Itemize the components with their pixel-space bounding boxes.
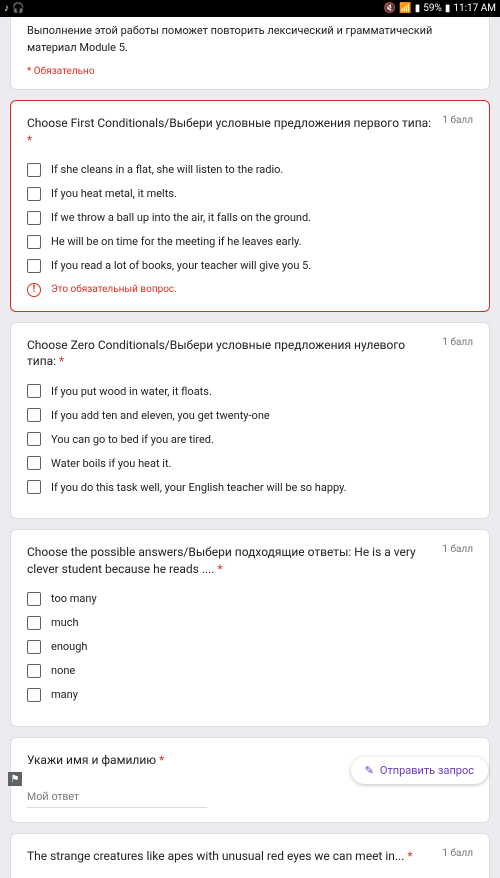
option-row[interactable]: enough [27, 640, 473, 654]
question-title: Choose the possible answers/Выбери подхо… [27, 544, 434, 578]
option-row[interactable]: You can go to bed if you are tired. [27, 432, 473, 446]
option-row[interactable]: too many [27, 592, 473, 606]
question-points: 1 балл [442, 544, 473, 555]
option-row[interactable]: much [27, 616, 473, 630]
option-row[interactable]: He will be on time for the meeting if he… [27, 235, 473, 249]
checkbox-icon[interactable] [27, 480, 41, 494]
checkbox-icon[interactable] [27, 211, 41, 225]
option-text: none [51, 664, 75, 677]
question-header: Choose the possible answers/Выбери подхо… [27, 544, 473, 578]
music-icon: ♪ [4, 3, 9, 14]
required-asterisk: * [217, 562, 222, 576]
checkbox-icon[interactable] [27, 456, 41, 470]
option-row[interactable]: If you add ten and eleven, you get twent… [27, 408, 473, 422]
question-title: Choose Zero Conditionals/Выбери условные… [27, 337, 434, 371]
question-card-2: Choose Zero Conditionals/Выбери условные… [10, 322, 490, 520]
checkbox-icon[interactable] [27, 235, 41, 249]
option-row[interactable]: If we throw a ball up into the air, it f… [27, 211, 473, 225]
option-text: much [51, 616, 79, 629]
question-title: The strange creatures like apes with unu… [27, 848, 434, 865]
checkbox-icon[interactable] [27, 163, 41, 177]
wifi-icon: 📶 [399, 3, 411, 14]
submit-button[interactable]: ✎ Отправить запрос [351, 757, 488, 784]
option-row[interactable]: If you heat metal, it melts. [27, 187, 473, 201]
intro-text: Выполнение этой работы поможет повторить… [27, 23, 473, 56]
question-card-3: Choose the possible answers/Выбери подхо… [10, 529, 490, 727]
option-row[interactable]: none [27, 664, 473, 678]
option-row[interactable]: many [27, 688, 473, 702]
question-card-5: The strange creatures like apes with unu… [10, 833, 490, 878]
intro-card: Выполнение этой работы поможет повторить… [10, 17, 490, 90]
checkbox-icon[interactable] [27, 408, 41, 422]
form-content: Выполнение этой работы поможет повторить… [0, 17, 500, 878]
status-bar: ♪ 🎧 🔇 📶 ▮ 59% ▮ 11:17 AM [0, 0, 500, 17]
question-header: Choose First Conditionals/Выбери условны… [27, 115, 473, 149]
alert-icon: ! [27, 283, 41, 297]
error-row: ! Это обязательный вопрос. [27, 283, 473, 297]
question-header: Choose Zero Conditionals/Выбери условные… [27, 337, 473, 371]
option-text: Water boils if you heat it. [51, 457, 171, 470]
checkbox-icon[interactable] [27, 688, 41, 702]
option-text: If you add ten and eleven, you get twent… [51, 409, 270, 422]
option-text: You can go to bed if you are tired. [51, 433, 214, 446]
option-text: If we throw a ball up into the air, it f… [51, 211, 311, 224]
option-text: If you read a lot of books, your teacher… [51, 259, 311, 272]
headphone-icon: 🎧 [12, 3, 24, 14]
option-text: If she cleans in a flat, she will listen… [51, 163, 283, 176]
option-text: too many [51, 592, 97, 605]
question-points: 1 балл [442, 848, 473, 859]
question-points: 1 балл [442, 337, 473, 348]
status-right: 🔇 📶 ▮ 59% ▮ 11:17 AM [384, 3, 496, 14]
option-row[interactable]: Water boils if you heat it. [27, 456, 473, 470]
clock-text: 11:17 AM [453, 3, 496, 14]
question-card-1: Choose First Conditionals/Выбери условны… [10, 100, 490, 312]
question-header: The strange creatures like apes with unu… [27, 848, 473, 865]
battery-icon: ▮ [445, 3, 451, 14]
checkbox-icon[interactable] [27, 592, 41, 606]
option-row[interactable]: If she cleans in a flat, she will listen… [27, 163, 473, 177]
option-text: If you heat metal, it melts. [51, 187, 177, 200]
mute-icon: 🔇 [384, 3, 396, 14]
question-title: Choose First Conditionals/Выбери условны… [27, 115, 434, 149]
checkbox-icon[interactable] [27, 432, 41, 446]
option-text: many [51, 688, 78, 701]
required-asterisk: * [159, 753, 164, 767]
required-asterisk: * [407, 849, 412, 863]
signal-icon: ▮ [415, 3, 421, 14]
option-text: He will be on time for the meeting if he… [51, 235, 302, 248]
checkbox-icon[interactable] [27, 259, 41, 273]
option-row[interactable]: If you put wood in water, it floats. [27, 384, 473, 398]
required-asterisk: * [27, 133, 32, 147]
question-points: 1 балл [442, 115, 473, 126]
error-text: Это обязательный вопрос. [51, 284, 177, 295]
option-row[interactable]: If you do this task well, your English t… [27, 480, 473, 494]
submit-label: Отправить запрос [380, 764, 474, 777]
option-row[interactable]: If you read a lot of books, your teacher… [27, 259, 473, 273]
checkbox-icon[interactable] [27, 384, 41, 398]
required-note: * Обязательно [27, 66, 473, 77]
name-input[interactable] [27, 787, 207, 808]
option-text: enough [51, 640, 87, 653]
option-text: If you put wood in water, it floats. [51, 385, 212, 398]
checkbox-icon[interactable] [27, 664, 41, 678]
pencil-icon: ✎ [365, 764, 374, 777]
checkbox-icon[interactable] [27, 640, 41, 654]
option-text: If you do this task well, your English t… [51, 481, 347, 494]
checkbox-icon[interactable] [27, 187, 41, 201]
required-asterisk: * [59, 354, 64, 368]
status-left: ♪ 🎧 [4, 3, 24, 14]
battery-text: 59% [423, 3, 442, 14]
report-icon[interactable]: ⚑ [8, 772, 22, 786]
checkbox-icon[interactable] [27, 616, 41, 630]
